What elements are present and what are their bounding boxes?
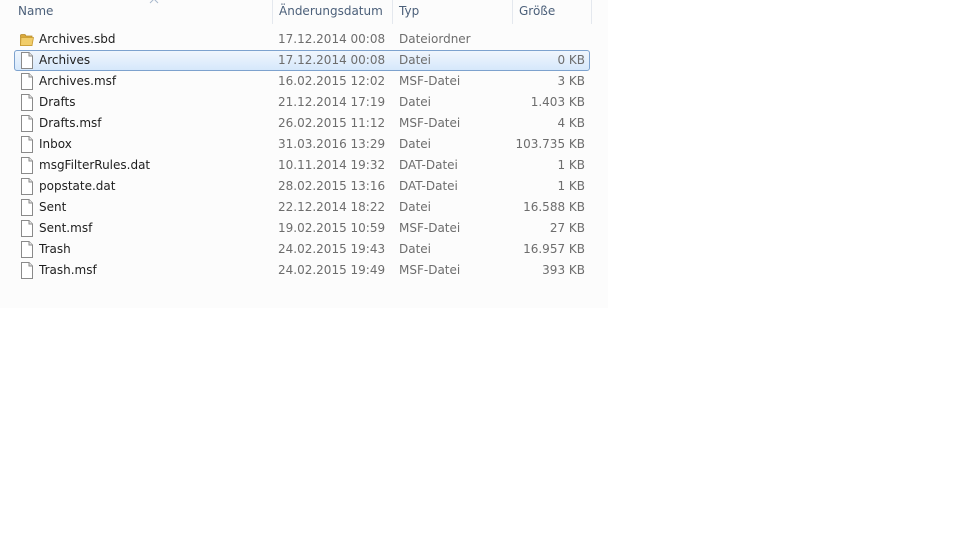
- file-date: 31.03.2016 13:29: [278, 137, 386, 151]
- file-row[interactable]: Trash.msf 24.02.2015 19:49 MSF-Datei 393 KB: [14, 260, 590, 281]
- file-type: Datei: [399, 242, 432, 256]
- file-name: Archives: [39, 53, 91, 67]
- file-size: [509, 30, 585, 49]
- file-size: 4 KB: [557, 116, 585, 130]
- file-name: msgFilterRules.dat: [39, 158, 151, 172]
- file-size: 16.957 KB: [523, 242, 585, 256]
- file-row[interactable]: Trash 24.02.2015 19:43 Datei 16.957 KB: [14, 239, 590, 260]
- file-type: MSF-Datei: [399, 221, 461, 235]
- column-header-size[interactable]: Größe: [512, 0, 592, 24]
- file-row[interactable]: msgFilterRules.dat 10.11.2014 19:32 DAT-Da…: [14, 155, 590, 176]
- file-size: 3 KB: [557, 74, 585, 88]
- file-type: Datei: [399, 53, 432, 67]
- file-row[interactable]: Drafts 21.12.2014 17:19 Datei 1.403 KB: [14, 92, 590, 113]
- file-date: 28.02.2015 13:16: [278, 179, 386, 193]
- file-size: 27 KB: [549, 221, 585, 235]
- file-date: 22.12.2014 18:22: [278, 200, 386, 214]
- file-icon: [20, 157, 34, 174]
- file-name: Drafts: [39, 95, 76, 109]
- file-type: DAT-Datei: [399, 158, 458, 172]
- file-icon: [20, 115, 34, 132]
- folder-icon: [20, 31, 34, 48]
- file-name: Archives.sbd: [39, 32, 116, 46]
- file-icon: [20, 241, 34, 258]
- file-icon: [20, 94, 34, 111]
- column-header-type[interactable]: Typ: [392, 0, 512, 24]
- file-size: 103.735 KB: [515, 137, 585, 151]
- file-row[interactable]: Sent.msf 19.02.2015 10:59 MSF-Datei 27 KB: [14, 218, 590, 239]
- file-date: 21.12.2014 17:19: [278, 95, 386, 109]
- file-date: 16.02.2015 12:02: [278, 74, 386, 88]
- file-type: Datei: [399, 95, 432, 109]
- file-size: 0 KB: [557, 53, 585, 67]
- file-size: 16.588 KB: [523, 200, 585, 214]
- file-rows: Archives.sbd 17.12.2014 00:08 Dateiordner A…: [14, 29, 590, 281]
- file-icon: [20, 199, 34, 216]
- sort-ascending-icon: [149, 0, 159, 4]
- file-name: Inbox: [39, 137, 72, 151]
- column-header-type-label: Typ: [399, 4, 420, 18]
- file-row[interactable]: Sent 22.12.2014 18:22 Datei 16.588 KB: [14, 197, 590, 218]
- file-name: popstate.dat: [39, 179, 116, 193]
- file-size: 393 KB: [542, 263, 585, 277]
- column-header-date[interactable]: Änderungsdatum: [272, 0, 392, 24]
- file-date: 17.12.2014 00:08: [278, 53, 386, 67]
- file-type: MSF-Datei: [399, 263, 461, 277]
- file-size: 1.403 KB: [530, 95, 585, 109]
- file-name: Archives.msf: [39, 74, 117, 88]
- file-row[interactable]: popstate.dat 28.02.2015 13:16 DAT-Datei 1 K…: [14, 176, 590, 197]
- file-type: Datei: [399, 137, 432, 151]
- file-type: Dateiordner: [399, 32, 471, 46]
- file-row[interactable]: Drafts.msf 26.02.2015 11:12 MSF-Datei 4 KB: [14, 113, 590, 134]
- file-date: 26.02.2015 11:12: [278, 116, 386, 130]
- file-type: Datei: [399, 200, 432, 214]
- file-date: 19.02.2015 10:59: [278, 221, 386, 235]
- column-header-date-label: Änderungsdatum: [279, 4, 383, 18]
- file-icon: [20, 136, 34, 153]
- file-size: 1 KB: [557, 158, 585, 172]
- file-type: MSF-Datei: [399, 116, 461, 130]
- file-icon: [20, 262, 34, 279]
- file-type: MSF-Datei: [399, 74, 461, 88]
- file-row[interactable]: Archives 17.12.2014 00:08 Datei 0 KB: [14, 50, 590, 71]
- file-name: Trash.msf: [39, 263, 97, 277]
- file-row[interactable]: Archives.msf 16.02.2015 12:02 MSF-Datei 3 K…: [14, 71, 590, 92]
- file-icon: [20, 178, 34, 195]
- file-date: 17.12.2014 00:08: [278, 32, 386, 46]
- file-size: 1 KB: [557, 179, 585, 193]
- file-date: 24.02.2015 19:49: [278, 263, 386, 277]
- file-row[interactable]: Inbox 31.03.2016 13:29 Datei 103.735 KB: [14, 134, 590, 155]
- column-header-size-label: Größe: [519, 4, 556, 18]
- file-name: Drafts.msf: [39, 116, 102, 130]
- file-name: Sent.msf: [39, 221, 93, 235]
- column-header-bar: Name Änderungsdatum Typ Größe: [0, 0, 608, 24]
- file-row[interactable]: Archives.sbd 17.12.2014 00:08 Dateiordner: [14, 29, 590, 50]
- file-icon: [20, 52, 34, 69]
- file-name: Sent: [39, 200, 67, 214]
- file-date: 24.02.2015 19:43: [278, 242, 386, 256]
- file-name: Trash: [39, 242, 71, 256]
- file-type: DAT-Datei: [399, 179, 458, 193]
- column-header-name[interactable]: Name: [12, 0, 272, 24]
- file-list-view: Name Änderungsdatum Typ Größe Archives.s…: [0, 0, 608, 308]
- file-date: 10.11.2014 19:32: [278, 158, 386, 172]
- file-icon: [20, 220, 34, 237]
- column-header-name-label: Name: [18, 4, 54, 18]
- file-icon: [20, 73, 34, 90]
